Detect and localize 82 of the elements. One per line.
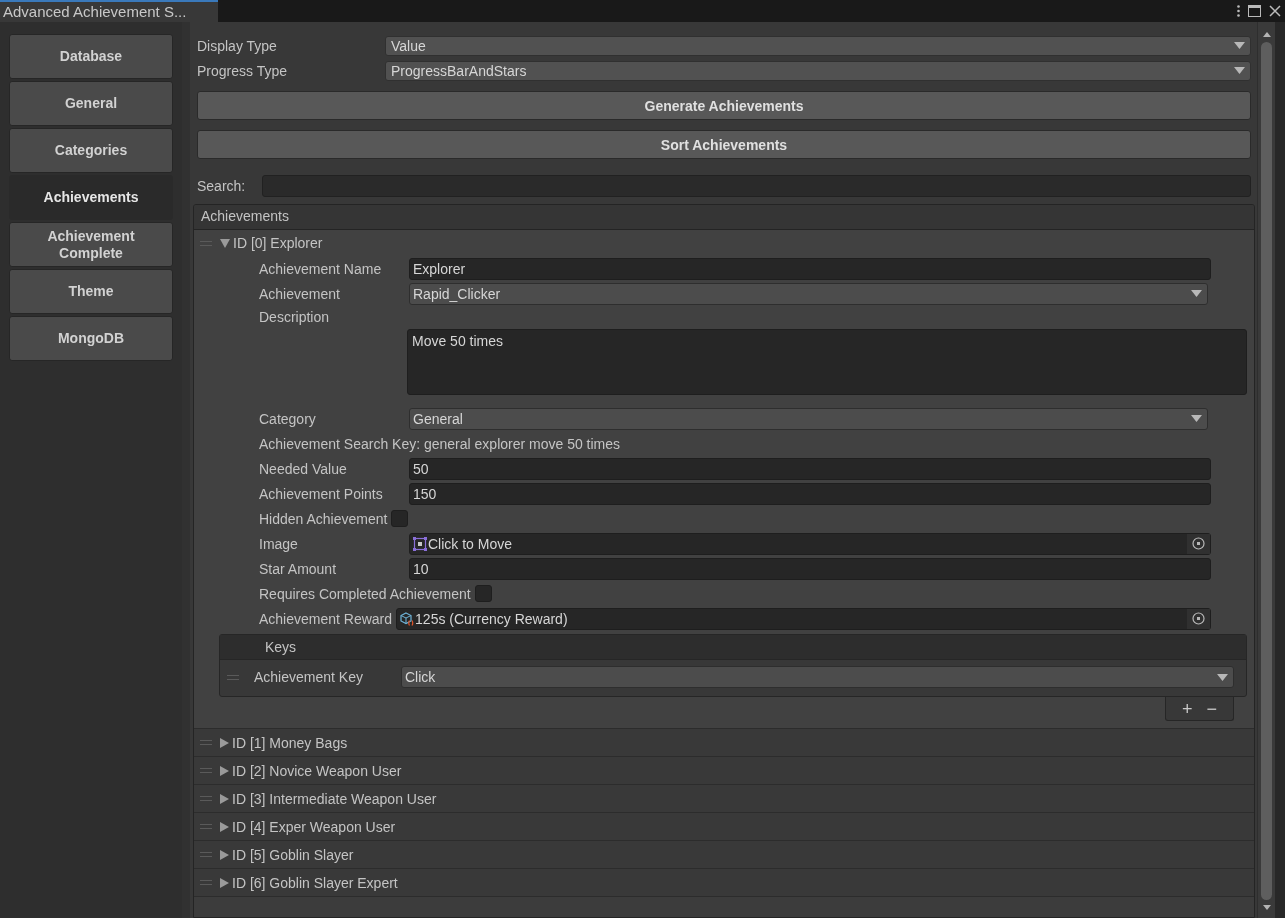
field-label: Description	[259, 308, 331, 327]
sidebar-button[interactable]: Theme	[9, 269, 173, 314]
object-field[interactable]: 125s (Currency Reward)	[396, 607, 1211, 630]
drag-handle-icon[interactable]	[227, 674, 239, 680]
field-label: Progress Type	[197, 62, 288, 79]
text-area[interactable]: Move 50 times	[407, 329, 1247, 395]
action-button[interactable]: Generate Achievements	[197, 91, 1251, 120]
cube-icon	[400, 611, 415, 626]
scroll-up-icon[interactable]	[1261, 30, 1272, 38]
sidebar-button[interactable]: Achievements	[9, 175, 173, 220]
field-label: Needed Value	[259, 460, 348, 477]
scroll-down-icon[interactable]	[1261, 904, 1272, 912]
field-label: Hidden Achievement	[259, 510, 388, 527]
drag-handle-icon[interactable]	[200, 240, 212, 246]
field-label: Image	[259, 535, 299, 552]
text-field[interactable]: 50	[409, 457, 1211, 480]
dropdown-caret-icon	[1234, 67, 1245, 74]
keys-header: Keys	[220, 635, 1246, 660]
window-title[interactable]: Advanced Achievement S...	[0, 0, 218, 22]
field-label: Achievement Name	[259, 260, 383, 277]
dropdown-caret-icon	[1234, 42, 1245, 49]
list-header: Achievements	[194, 205, 1254, 230]
field-label: Star Amount	[259, 560, 338, 577]
checkbox[interactable]	[474, 585, 492, 602]
drag-handle-icon[interactable]	[200, 740, 212, 745]
dropdown-caret-icon	[1191, 415, 1202, 422]
expand-arrow-icon[interactable]	[220, 737, 229, 748]
text-field[interactable]: Explorer	[409, 257, 1211, 280]
field-label: Achievement Key	[254, 669, 364, 685]
sidebar-button[interactable]: Categories	[9, 128, 173, 173]
field-label: Category	[259, 410, 317, 427]
sidebar-button[interactable]: MongoDB	[9, 316, 173, 361]
achievement-title[interactable]: ID [2] Novice Weapon User	[232, 762, 402, 779]
expand-arrow-icon[interactable]	[220, 849, 229, 860]
achievement-title[interactable]: ID [5] Goblin Slayer	[232, 846, 354, 863]
field-label: Achievement Reward	[259, 610, 393, 627]
dropdown[interactable]: Click	[401, 666, 1234, 688]
info-text: Achievement Search Key: general explorer move 50 times	[259, 435, 621, 452]
object-field[interactable]: Click to Move	[409, 532, 1211, 555]
close-icon[interactable]	[1269, 5, 1281, 17]
achievement-title[interactable]: ID [0] Explorer	[233, 235, 323, 251]
drag-handle-icon[interactable]	[200, 852, 212, 857]
search-label: Search:	[197, 177, 247, 194]
drag-handle-icon[interactable]	[200, 824, 212, 829]
dropdown[interactable]: ProgressBarAndStars	[385, 60, 1251, 81]
field-label: Requires Completed Achievement	[259, 585, 471, 602]
scrollbar[interactable]	[1257, 22, 1275, 918]
drag-handle-icon[interactable]	[200, 796, 212, 801]
sprite-icon	[413, 536, 427, 551]
collapse-arrow-icon[interactable]	[220, 238, 230, 248]
action-button[interactable]: Sort Achievements	[197, 130, 1251, 159]
list-edit-button[interactable]: −	[1202, 698, 1221, 719]
dropdown[interactable]: General	[409, 407, 1208, 430]
expand-arrow-icon[interactable]	[220, 821, 229, 832]
object-picker-button[interactable]	[1187, 533, 1210, 554]
text-field[interactable]: 150	[409, 482, 1211, 505]
field-label: Display Type	[197, 37, 278, 54]
dropdown[interactable]: Value	[385, 35, 1251, 56]
dropdown-caret-icon	[1217, 673, 1228, 681]
checkbox[interactable]	[391, 510, 409, 527]
achievement-title[interactable]: ID [6] Goblin Slayer Expert	[232, 874, 398, 891]
maximize-icon[interactable]	[1248, 5, 1261, 17]
more-options-icon[interactable]	[1237, 5, 1240, 17]
field-label: Achievement	[259, 285, 341, 302]
sidebar-button[interactable]: Achievement Complete	[9, 222, 173, 267]
list-edit-button[interactable]: +	[1177, 698, 1197, 719]
field-label: Achievement Points	[259, 485, 384, 502]
object-picker-button[interactable]	[1187, 608, 1210, 629]
achievement-title[interactable]: ID [3] Intermediate Weapon User	[232, 790, 437, 807]
drag-handle-icon[interactable]	[200, 880, 212, 885]
scrollbar-thumb[interactable]	[1261, 42, 1272, 900]
dropdown[interactable]: Rapid_Clicker	[409, 282, 1208, 305]
drag-handle-icon[interactable]	[200, 768, 212, 773]
text-field[interactable]: 10	[409, 557, 1211, 580]
achievement-title[interactable]: ID [4] Exper Weapon User	[232, 818, 396, 835]
expand-arrow-icon[interactable]	[220, 765, 229, 776]
expand-arrow-icon[interactable]	[220, 877, 229, 888]
achievement-title[interactable]: ID [1] Money Bags	[232, 734, 348, 751]
sidebar-button[interactable]: Database	[9, 34, 173, 79]
expand-arrow-icon[interactable]	[220, 793, 229, 804]
sidebar-button[interactable]: General	[9, 81, 173, 126]
dropdown-caret-icon	[1191, 290, 1202, 297]
